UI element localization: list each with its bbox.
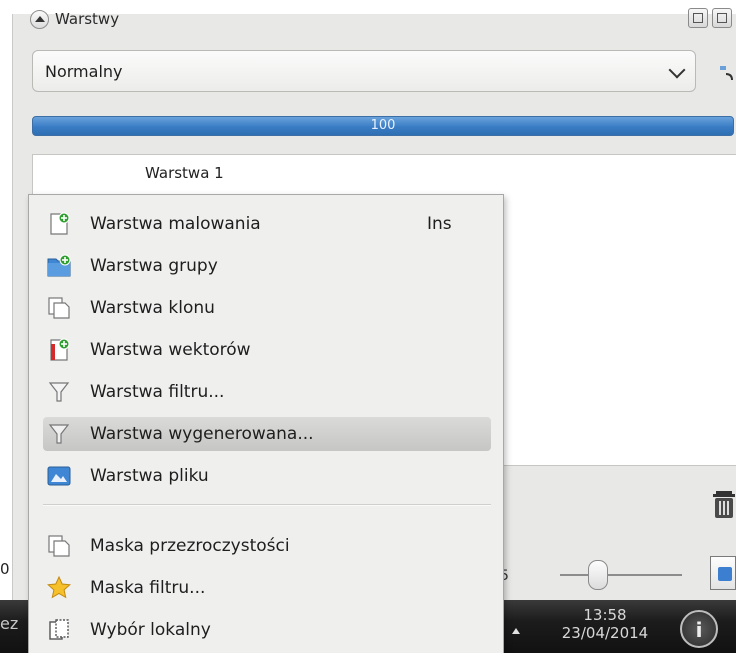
paint-layer-icon	[50, 212, 70, 235]
transparency-mask-icon	[48, 535, 70, 557]
menu-item-generated-layer[interactable]: Warstwa wygenerowana...	[43, 417, 491, 451]
docker-title: Warstwy	[55, 10, 120, 28]
menu-separator	[43, 504, 491, 506]
close-docker-button[interactable]	[712, 8, 732, 28]
add-layer-context-menu: Warstwa malowania Ins Warstwa grupy Wars…	[28, 194, 504, 653]
taskbar-task-label[interactable]: ez	[0, 614, 18, 633]
docker-buttons	[688, 8, 732, 28]
menu-item-filter-mask[interactable]: Maska filtru...	[29, 571, 505, 605]
menu-item-label: Warstwa filtru...	[90, 382, 225, 402]
menu-item-label: Warstwa malowania	[90, 214, 261, 234]
menu-item-local-selection[interactable]: Wybór lokalny	[29, 613, 505, 647]
layer-row[interactable]: Warstwa 1	[33, 159, 224, 187]
left-fragment: 0	[0, 560, 10, 578]
local-selection-icon	[49, 619, 69, 640]
menu-item-label: Maska filtru...	[90, 578, 206, 598]
composite-op-icon[interactable]	[718, 60, 736, 82]
clock-date: 23/04/2014	[561, 624, 649, 642]
vector-layer-icon	[50, 338, 70, 361]
menu-item-shortcut: Ins	[427, 214, 452, 234]
collapse-arrow-icon[interactable]	[30, 9, 49, 29]
menu-item-vector-layer[interactable]: Warstwa wektorów	[29, 333, 505, 367]
info-icon[interactable]: i	[680, 610, 718, 648]
menu-item-label: Warstwa klonu	[90, 298, 215, 318]
filter-layer-icon	[48, 382, 70, 402]
menu-item-group-layer[interactable]: Warstwa grupy	[29, 249, 505, 283]
trash-icon[interactable]	[712, 489, 736, 519]
docker-title-bar: Warstwy	[30, 6, 119, 32]
group-layer-icon	[47, 254, 71, 277]
menu-item-label: Warstwa grupy	[90, 256, 218, 276]
opacity-value: 100	[370, 118, 396, 133]
tray-expand-icon[interactable]	[512, 628, 520, 634]
blend-mode-combo[interactable]: Normalny	[32, 50, 696, 92]
menu-item-label: Wybór lokalny	[90, 620, 211, 640]
file-layer-icon	[47, 466, 71, 486]
menu-item-transparency-mask[interactable]: Maska przezroczystości	[29, 529, 505, 563]
clone-layer-icon	[48, 297, 70, 319]
menu-item-clone-layer[interactable]: Warstwa klonu	[29, 291, 505, 325]
left-gutter	[0, 0, 12, 653]
layer-name: Warstwa 1	[145, 164, 224, 182]
menu-item-label: Warstwa pliku	[90, 466, 209, 486]
clock[interactable]: 13:58 23/04/2014	[540, 606, 670, 642]
generated-layer-icon	[48, 424, 70, 444]
zoom-slider-handle[interactable]	[588, 560, 608, 590]
menu-item-paint-layer[interactable]: Warstwa malowania Ins	[29, 207, 505, 241]
blend-mode-value: Normalny	[45, 61, 123, 81]
menu-item-filter-layer[interactable]: Warstwa filtru...	[29, 375, 505, 409]
float-docker-button[interactable]	[688, 8, 708, 28]
menu-item-label: Maska przezroczystości	[90, 536, 290, 556]
filter-mask-icon	[47, 576, 71, 599]
opacity-slider[interactable]: 100	[32, 116, 734, 136]
clock-time: 13:58	[583, 606, 627, 624]
zoom-slider-track[interactable]	[560, 574, 682, 576]
menu-item-label: Warstwa wygenerowana...	[90, 424, 314, 444]
menu-item-label: Warstwa wektorów	[90, 340, 251, 360]
color-swatch-button[interactable]	[710, 556, 736, 590]
menu-item-file-layer[interactable]: Warstwa pliku	[29, 459, 505, 493]
chevron-down-icon	[668, 61, 686, 79]
